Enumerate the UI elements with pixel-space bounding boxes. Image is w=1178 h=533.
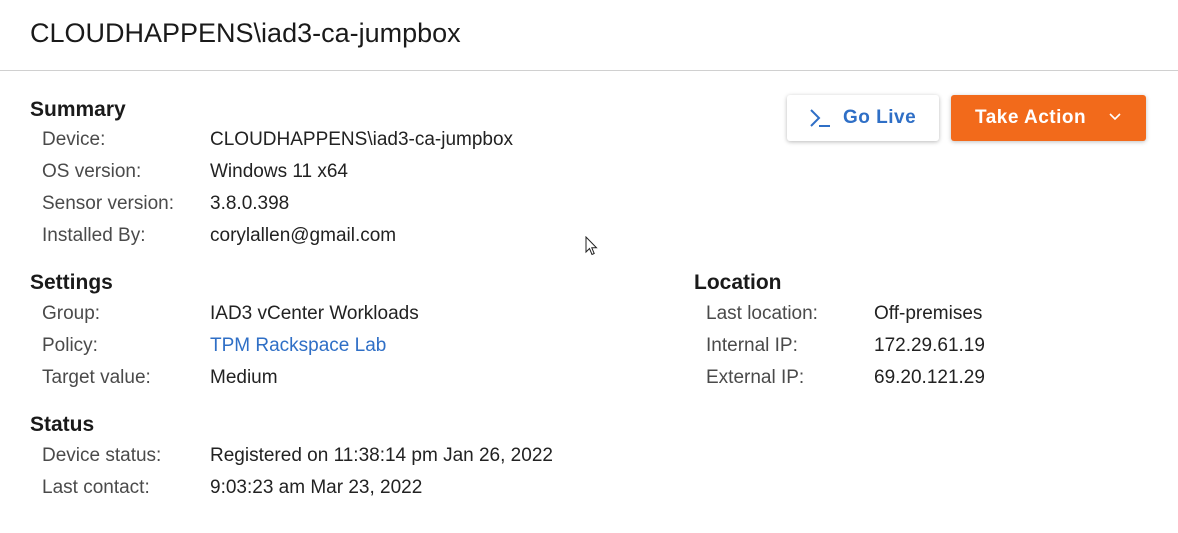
sensor-version-label: Sensor version: [42,193,175,214]
external-ip-label: External IP: [706,367,805,388]
mouse-pointer-icon [585,235,599,261]
external-ip-value: 69.20.121.29 [874,367,985,388]
target-value-value: Medium [210,367,278,388]
group-value: IAD3 vCenter Workloads [210,303,419,324]
last-contact-value: 9:03:23 am Mar 23, 2022 [210,477,423,498]
internal-ip-label: Internal IP: [706,335,798,356]
page-title: CLOUDHAPPENS\iad3-ca-jumpbox [30,18,461,48]
policy-link[interactable]: TPM Rackspace Lab [210,333,386,359]
settings-heading: Settings [30,271,113,294]
location-heading: Location [694,271,782,294]
device-value: CLOUDHAPPENS\iad3-ca-jumpbox [210,129,514,150]
policy-label: Policy: [42,335,98,356]
take-action-label: Take Action [975,107,1087,128]
go-live-button[interactable]: Go Live [787,95,939,141]
sensor-version-value: 3.8.0.398 [210,193,290,214]
go-live-label: Go Live [843,107,917,128]
last-contact-label: Last contact: [42,477,150,498]
device-status-value: Registered on 11:38:14 pm Jan 26, 2022 [210,445,553,466]
os-version-label: OS version: [42,161,142,182]
target-value-label: Target value: [42,367,151,388]
device-status-label: Device status: [42,445,162,466]
os-version-value: Windows 11 x64 [210,161,348,182]
terminal-prompt-icon [809,108,831,128]
chevron-down-icon [1108,110,1122,124]
installed-by-value: corylallen@gmail.com [210,225,397,246]
take-action-button[interactable]: Take Action [951,95,1146,141]
internal-ip-value: 172.29.61.19 [874,335,985,356]
installed-by-label: Installed By: [42,225,146,246]
last-location-value: Off-premises [874,303,983,324]
page-header: CLOUDHAPPENS\iad3-ca-jumpbox [0,0,1178,71]
summary-heading: Summary [30,98,126,121]
status-heading: Status [30,413,95,436]
last-location-label: Last location: [706,303,818,324]
group-label: Group: [42,303,101,324]
device-label: Device: [42,129,106,150]
